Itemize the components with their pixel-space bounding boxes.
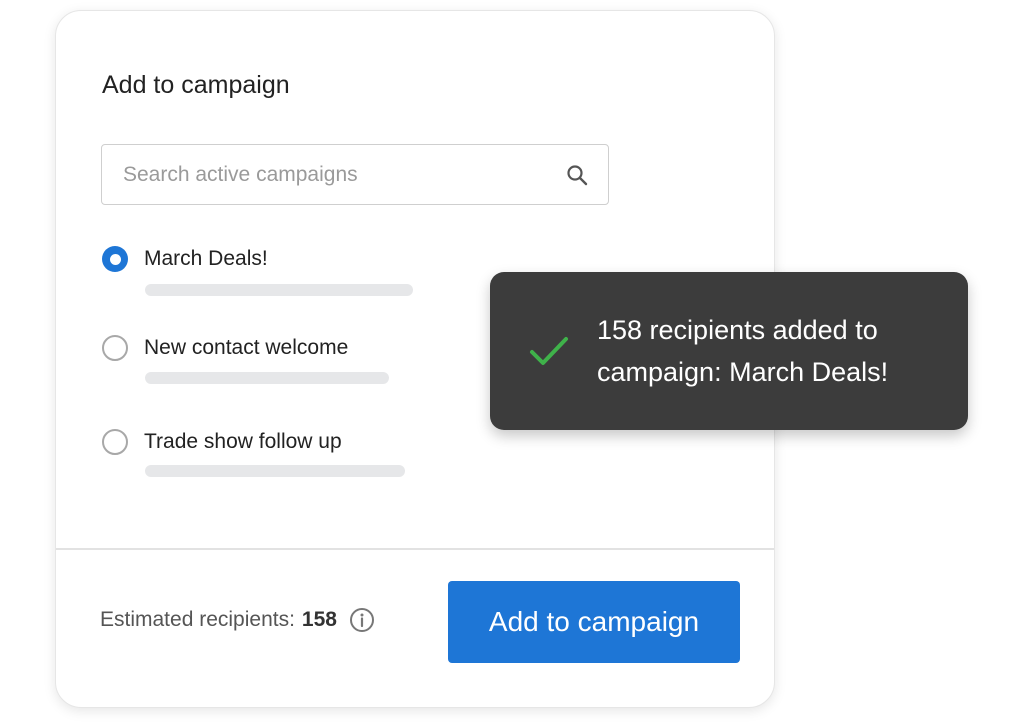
placeholder-line [145, 372, 389, 384]
info-icon[interactable] [349, 607, 375, 633]
estimated-recipients: Estimated recipients: 158 [100, 607, 375, 633]
search-icon[interactable] [564, 162, 590, 188]
search-field[interactable] [101, 144, 609, 205]
estimated-recipients-label: Estimated recipients: [100, 608, 295, 631]
campaign-option-new-contact-welcome[interactable]: New contact welcome [102, 335, 348, 361]
estimated-recipients-count: 158 [301, 608, 337, 631]
radio-selected[interactable] [102, 246, 128, 272]
placeholder-line [145, 465, 405, 477]
success-toast: 158 recipients added to campaign: March … [490, 272, 968, 430]
stage: Add to campaign March Deals! New contact… [0, 0, 1024, 728]
add-to-campaign-button[interactable]: Add to campaign [448, 581, 740, 663]
toast-message: 158 recipients added to campaign: March … [597, 315, 889, 387]
campaign-option-trade-show-follow-up[interactable]: Trade show follow up [102, 429, 342, 455]
radio-unselected[interactable] [102, 335, 128, 361]
campaign-option-march-deals[interactable]: March Deals! [102, 246, 268, 272]
footer-divider [56, 548, 774, 550]
check-icon [528, 333, 570, 369]
placeholder-line [145, 284, 413, 296]
radio-unselected[interactable] [102, 429, 128, 455]
search-input[interactable] [123, 162, 564, 187]
dialog-title: Add to campaign [102, 71, 290, 99]
campaign-option-label: March Deals! [144, 247, 268, 270]
campaign-option-label: Trade show follow up [144, 430, 342, 453]
campaign-option-label: New contact welcome [144, 336, 349, 359]
